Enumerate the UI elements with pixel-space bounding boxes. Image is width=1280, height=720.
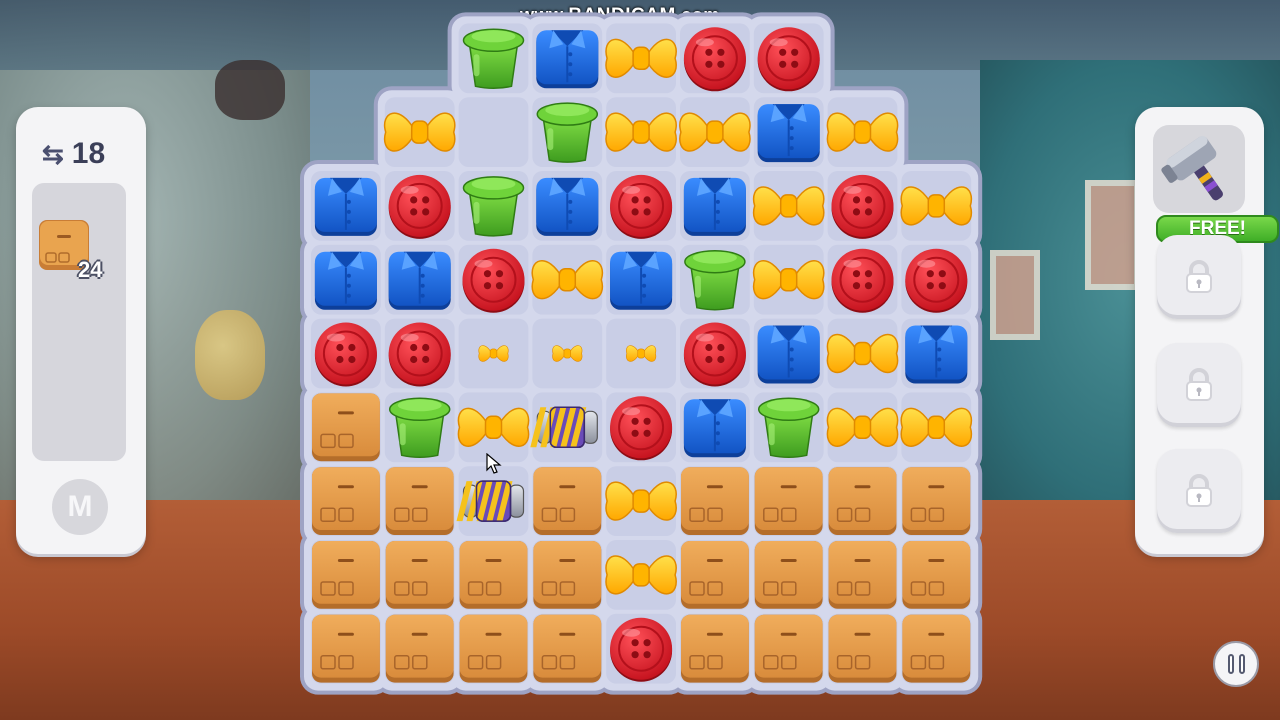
game-board: [300, 12, 983, 695]
tile-button[interactable]: [831, 248, 894, 313]
tile-button[interactable]: [610, 396, 673, 461]
tile-shirt[interactable]: [314, 251, 377, 310]
tile-shirt[interactable]: [536, 177, 599, 236]
tile-box[interactable]: [754, 614, 823, 683]
tile-shirt[interactable]: [536, 30, 599, 89]
tile-button[interactable]: [388, 174, 451, 239]
tile-button[interactable]: [314, 322, 377, 387]
tile-button[interactable]: [388, 322, 451, 387]
tile-button[interactable]: [757, 27, 820, 92]
tile-shirt[interactable]: [905, 325, 968, 384]
tile-shirt[interactable]: [757, 325, 820, 384]
tile-box[interactable]: [533, 541, 602, 609]
tile-box[interactable]: [902, 467, 971, 535]
tile-box[interactable]: [754, 541, 823, 609]
tile-shirt[interactable]: [757, 104, 820, 163]
tile-shirt[interactable]: [610, 251, 673, 310]
tile-shirt[interactable]: [314, 177, 377, 236]
tile-rocket[interactable]: [456, 480, 525, 522]
tile-box[interactable]: [681, 614, 749, 683]
tile-box[interactable]: [385, 541, 454, 609]
tile-box[interactable]: [681, 541, 749, 609]
tile-box[interactable]: [828, 614, 897, 683]
tile-box[interactable]: [828, 467, 897, 535]
tile-button[interactable]: [905, 248, 968, 313]
tile-box[interactable]: [459, 614, 528, 683]
tile-box[interactable]: [312, 467, 380, 535]
tile-box[interactable]: [459, 541, 528, 609]
tile-rocket[interactable]: [530, 406, 598, 449]
tile-box[interactable]: [533, 467, 602, 535]
tile-button[interactable]: [683, 322, 746, 387]
tile-shirt[interactable]: [388, 251, 451, 310]
tile-shirt[interactable]: [683, 177, 746, 236]
tile-button[interactable]: [610, 174, 673, 239]
tile-box[interactable]: [828, 541, 897, 609]
tile-shirt[interactable]: [683, 399, 746, 458]
tile-box[interactable]: [533, 614, 602, 683]
mouse-cursor-icon: [486, 453, 502, 474]
tile-button[interactable]: [610, 617, 673, 682]
tile-box[interactable]: [902, 541, 971, 609]
tile-box[interactable]: [681, 467, 749, 535]
tile-box[interactable]: [754, 467, 823, 535]
tile-box[interactable]: [312, 393, 380, 462]
tile-box[interactable]: [385, 467, 454, 535]
board-cell: [458, 97, 529, 167]
tile-box[interactable]: [902, 614, 971, 683]
tile-box[interactable]: [312, 614, 380, 683]
tile-box[interactable]: [385, 614, 454, 683]
tile-button[interactable]: [462, 248, 525, 313]
tile-box[interactable]: [312, 541, 380, 609]
tile-button[interactable]: [683, 27, 746, 92]
tile-button[interactable]: [831, 174, 894, 239]
